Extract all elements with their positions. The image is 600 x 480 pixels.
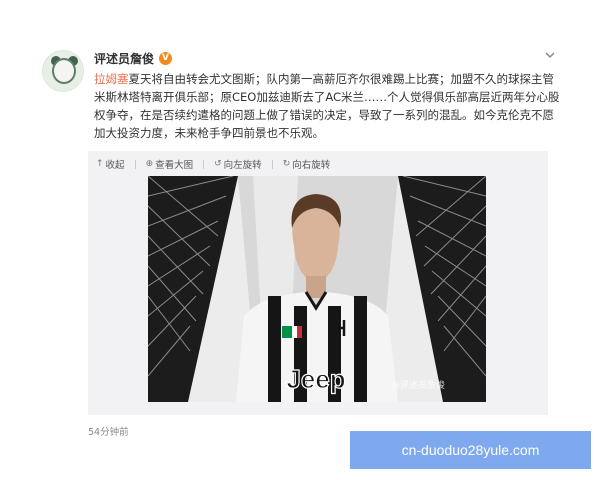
- zoom-icon: ⊕: [145, 159, 154, 169]
- player-photo-illustration: Jeep @评述员詹俊: [148, 176, 486, 402]
- view-large-label: 查看大图: [155, 160, 194, 171]
- site-watermark: cn-duoduo28yule.com: [350, 431, 591, 469]
- toolbar-divider: [134, 159, 136, 169]
- post-body: 夏天将自由转会尤文图斯；队内第一高薪厄齐尔很难踢上比赛；加盟不久的球探主管米斯林…: [94, 72, 560, 140]
- collapse-icon: ↑: [96, 159, 104, 169]
- rotate-right-label: 向右旋转: [292, 160, 331, 171]
- rotate-left-button[interactable]: ↺ 向左旋转: [214, 157, 262, 171]
- mention-link[interactable]: 拉姆塞: [94, 72, 129, 86]
- rotate-right-button[interactable]: ↻ 向右旋转: [283, 157, 331, 171]
- image-toolbar: ↑ 收起 ⊕ 查看大图 ↺ 向左旋转 ↻ 向右旋转: [96, 155, 330, 173]
- post-text: 拉姆塞夏天将自由转会尤文图斯；队内第一高薪厄齐尔很难踢上比赛；加盟不久的球探主管…: [94, 70, 560, 142]
- post-photo[interactable]: Jeep @评述员詹俊: [148, 176, 486, 402]
- avatar[interactable]: [42, 50, 84, 92]
- chevron-down-icon[interactable]: [544, 49, 556, 61]
- weibo-post-card: 评述员詹俊 V 拉姆塞夏天将自由转会尤文图斯；队内第一高薪厄齐尔很难踢上比赛；加…: [26, 30, 570, 440]
- collapse-label: 收起: [105, 160, 125, 171]
- rotate-left-icon: ↺: [214, 159, 222, 169]
- rotate-right-icon: ↻: [282, 159, 291, 169]
- collapse-button[interactable]: ↑ 收起: [96, 157, 125, 171]
- timestamp[interactable]: 54分钟前: [88, 424, 129, 438]
- verified-badge-icon: V: [159, 51, 173, 65]
- image-watermark-text: @评述员詹俊: [391, 379, 445, 391]
- author-name[interactable]: 评述员詹俊: [94, 50, 154, 67]
- toolbar-divider: [203, 159, 205, 169]
- view-large-button[interactable]: ⊕ 查看大图: [146, 157, 194, 171]
- shirt-sponsor-text: Jeep: [286, 364, 345, 394]
- avatar-face: [52, 58, 76, 84]
- toolbar-divider: [271, 159, 273, 169]
- rotate-left-label: 向左旋转: [223, 160, 262, 171]
- author-row: 评述员詹俊 V: [94, 50, 173, 67]
- media-panel: ↑ 收起 ⊕ 查看大图 ↺ 向左旋转 ↻ 向右旋转 Jeep @评述员詹俊: [88, 151, 548, 415]
